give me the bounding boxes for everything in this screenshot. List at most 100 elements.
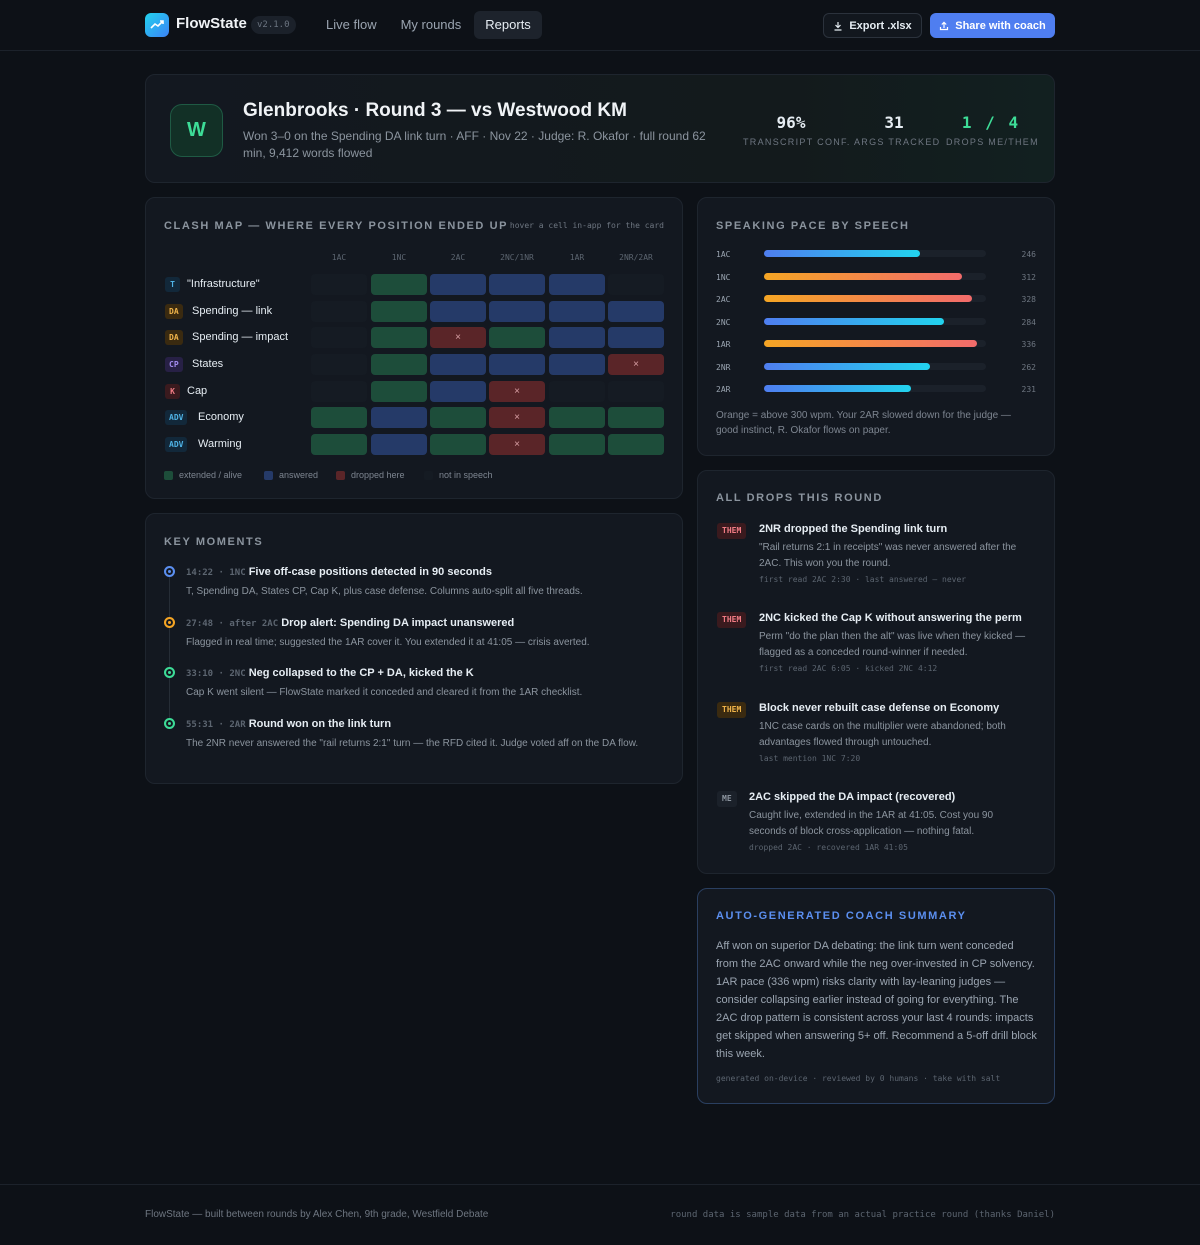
clash-cell-none[interactable]: [311, 301, 367, 322]
pace-bar: [764, 340, 977, 347]
drop-description: Perm "do the plan then the alt" was live…: [759, 631, 1026, 658]
trending-up-icon[interactable]: [145, 13, 169, 37]
clash-cell-none[interactable]: [311, 274, 367, 295]
clash-cell-drop[interactable]: ×: [430, 327, 486, 348]
page-footer: FlowState — built between rounds by Alex…: [0, 1184, 1200, 1245]
clash-cell-ext[interactable]: [311, 407, 367, 428]
moment-headline: 14:22 · 1NC Five off-case positions dete…: [186, 566, 492, 578]
app-name[interactable]: FlowState: [176, 15, 247, 32]
clash-cell-ext[interactable]: [311, 434, 367, 455]
stat-value: 31: [884, 113, 904, 132]
key-moments-card: Key moments 14:22 · 1NC Five off-case po…: [145, 513, 683, 784]
clash-cell-ext[interactable]: [371, 301, 427, 322]
clash-cell-drop[interactable]: ×: [608, 354, 664, 375]
coach-summary-title: Auto-generated coach summary: [716, 910, 967, 922]
pace-speech-label: 2AC: [716, 295, 731, 304]
clash-cell-ext[interactable]: [430, 434, 486, 455]
clash-cell-none[interactable]: [608, 381, 664, 402]
drop-meta: first read 2AC 6:05 · kicked 2NC 4:12: [759, 664, 938, 673]
clash-cell-ext[interactable]: [371, 381, 427, 402]
drop-title[interactable]: 2NR dropped the Spending link turn: [759, 523, 947, 535]
drop-meta: first read 2AC 2:30 · last answered — ne…: [759, 575, 967, 584]
pace-speech-label: 1AC: [716, 250, 731, 259]
moment-separator: ·: [213, 568, 230, 578]
share-icon: [940, 20, 949, 30]
pace-wpm-value: 312: [1021, 272, 1036, 282]
clash-cell-none[interactable]: [311, 354, 367, 375]
nav-my-rounds[interactable]: My rounds: [390, 11, 473, 39]
clash-cell-ans[interactable]: [549, 301, 605, 322]
clash-cell-ext[interactable]: [549, 407, 605, 428]
moment-speech: 2AR: [229, 720, 246, 730]
clash-cell-ext[interactable]: [489, 327, 545, 348]
export-button[interactable]: Export .xlsx: [823, 13, 922, 38]
clash-cell-ans[interactable]: [371, 434, 427, 455]
stat-label: Drops me/them: [946, 137, 1039, 147]
clash-cell-ext[interactable]: [371, 274, 427, 295]
timeline-dot-icon: [164, 667, 175, 678]
moment-headline: 27:48 · after 2AC Drop alert: Spending D…: [186, 617, 514, 629]
legend-label: answered: [279, 470, 319, 480]
drop-title[interactable]: 2NC kicked the Cap K without answering t…: [759, 612, 1022, 624]
clash-cell-none[interactable]: [311, 381, 367, 402]
moment-headline: 55:31 · 2AR Round won on the link turn: [186, 718, 391, 730]
all-drops-card: All drops this round THEM 2NR dropped the…: [697, 470, 1055, 874]
dropped-x-icon: ×: [514, 386, 520, 397]
clash-cell-ext[interactable]: [371, 354, 427, 375]
dropped-x-icon: ×: [455, 332, 461, 343]
clash-cell-ext[interactable]: [430, 407, 486, 428]
clash-cell-none[interactable]: [311, 327, 367, 348]
pace-wpm-value: 262: [1021, 362, 1036, 372]
nav-reports[interactable]: Reports: [474, 11, 542, 39]
clash-cell-ans[interactable]: [549, 354, 605, 375]
download-icon: [834, 21, 842, 31]
version-badge: v2.1.0: [251, 16, 296, 34]
pace-bar: [764, 317, 944, 325]
drop-title[interactable]: 2AC skipped the DA impact (recovered): [749, 791, 955, 803]
clash-cell-ans[interactable]: [608, 327, 664, 348]
nav-live-flow[interactable]: Live flow: [315, 11, 388, 39]
moment-separator: ·: [213, 669, 230, 679]
clash-cell-ans[interactable]: [549, 274, 605, 295]
legend-item-drop: dropped here: [336, 470, 405, 480]
clash-cell-ans[interactable]: [489, 354, 545, 375]
clash-cell-ans[interactable]: [430, 354, 486, 375]
clash-cell-ext[interactable]: [371, 327, 427, 348]
clash-cell-drop[interactable]: ×: [489, 407, 545, 428]
pace-speech-label: 2AR: [716, 385, 731, 394]
dropped-x-icon: ×: [514, 439, 520, 450]
drop-meta: last mention 1NC 7:20: [759, 754, 861, 763]
timeline-dot-icon: [164, 617, 175, 628]
clash-cell-drop[interactable]: ×: [489, 434, 545, 455]
round-summary-card: W Glenbrooks · Round 3 — vs Westwood KM …: [145, 74, 1055, 183]
position-type-tag: ADV: [165, 437, 188, 452]
clash-cell-ans[interactable]: [489, 301, 545, 322]
timeline-dot-icon: [164, 718, 175, 729]
clash-cell-ext[interactable]: [549, 434, 605, 455]
clash-cell-drop[interactable]: ×: [489, 381, 545, 402]
moment-time: 27:48: [186, 619, 214, 629]
footer-credit: FlowState — built between rounds by Alex…: [145, 1209, 489, 1220]
stat-transcript-conf: 96% Transcript conf.: [743, 113, 849, 147]
clash-cell-ans[interactable]: [371, 407, 427, 428]
key-moments-title: Key moments: [164, 536, 264, 548]
legend-item-ans: answered: [264, 470, 318, 480]
speaking-pace-card: Speaking pace by speech Orange = above 3…: [697, 197, 1055, 456]
clash-cell-ans[interactable]: [489, 274, 545, 295]
moment-headline: 33:10 · 2NC Neg collapsed to the CP + DA…: [186, 667, 474, 679]
clash-map-card: Clash map — where every position ended u…: [145, 197, 683, 499]
clash-cell-ans[interactable]: [549, 327, 605, 348]
drop-owner-tag: THEM: [717, 523, 747, 539]
clash-cell-none[interactable]: [549, 381, 605, 402]
clash-cell-ans[interactable]: [430, 301, 486, 322]
clash-cell-none[interactable]: [608, 274, 664, 295]
pace-bar: [764, 385, 911, 392]
pace-wpm-value: 246: [1021, 250, 1036, 259]
drop-title[interactable]: Block never rebuilt case defense on Econ…: [759, 702, 999, 714]
clash-cell-ans[interactable]: [608, 301, 664, 322]
share-with-coach-button[interactable]: Share with coach: [930, 13, 1055, 38]
clash-cell-ans[interactable]: [430, 274, 486, 295]
clash-cell-ans[interactable]: [430, 381, 486, 402]
clash-cell-ext[interactable]: [608, 434, 664, 455]
clash-cell-ext[interactable]: [608, 407, 664, 428]
